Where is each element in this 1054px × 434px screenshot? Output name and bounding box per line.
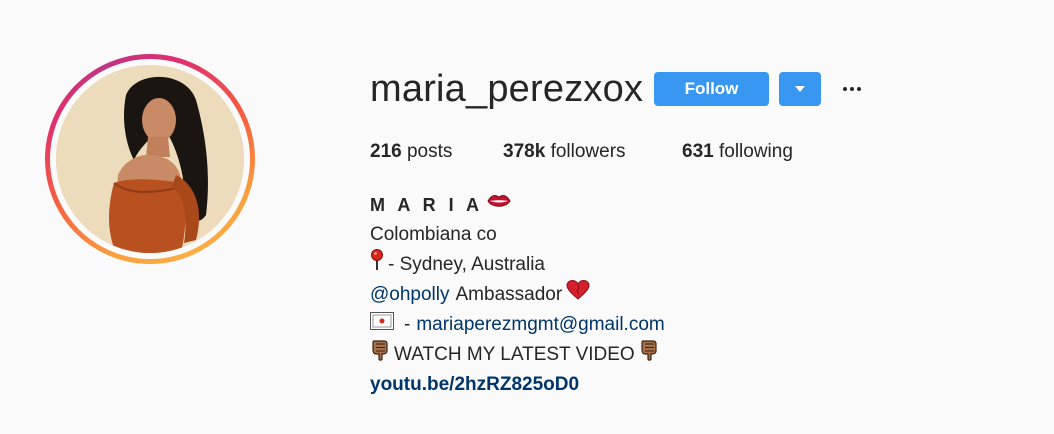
more-options-button[interactable] (838, 78, 866, 100)
email-link[interactable]: mariaperezmgmt@gmail.com (416, 310, 664, 340)
round-pushpin-icon (370, 249, 384, 281)
following-stat[interactable]: 631 following (682, 141, 793, 163)
bio-name-line: M A R I A (370, 190, 665, 220)
pointing-down-icon (639, 339, 659, 371)
bio-line-website: youtu.be/2hzRZ825oD0 (370, 370, 665, 400)
bio-line-ambassador: @ohpolly Ambassador (370, 279, 665, 310)
bio-origin-text: Colombiana co (370, 224, 497, 245)
bio-line-watch: WATCH MY LATEST VIDEO (370, 340, 665, 370)
bio-line-origin: Colombiana co (370, 220, 665, 250)
posts-stat: 216 posts (370, 141, 452, 163)
avatar-photo (56, 65, 244, 253)
followers-stat[interactable]: 378k followers (503, 141, 626, 163)
website-link[interactable]: youtu.be/2hzRZ825oD0 (370, 370, 579, 400)
lips-icon (487, 190, 511, 220)
following-label: following (718, 141, 793, 162)
story-ring[interactable] (45, 54, 255, 264)
ellipsis-dot (857, 87, 861, 91)
posts-label: posts (406, 141, 453, 162)
email-prefix: - (404, 314, 411, 335)
pointing-down-icon (370, 339, 390, 371)
bio-line-email: - mariaperezmgmt@gmail.com (370, 310, 665, 340)
following-count: 631 (682, 141, 714, 162)
watch-text: WATCH MY LATEST VIDEO (394, 344, 635, 365)
followers-count: 378k (503, 141, 546, 162)
suggested-dropdown-button[interactable] (779, 72, 821, 106)
ambassador-text: Ambassador (455, 284, 563, 305)
full-name: M A R I A (370, 195, 483, 215)
bio-location-text: - Sydney, Australia (388, 254, 546, 275)
avatar[interactable] (56, 65, 244, 253)
username: maria_perezxox (370, 68, 644, 110)
heart-icon (566, 279, 590, 310)
ellipsis-dot (850, 87, 854, 91)
chevron-down-icon (795, 86, 805, 92)
posts-count: 216 (370, 141, 402, 162)
bio-line-location: - Sydney, Australia (370, 249, 665, 281)
profile-page: maria_perezxox Follow 216 posts 378k fol… (0, 0, 1054, 434)
followers-label: followers (550, 141, 626, 162)
ellipsis-icon (843, 87, 847, 91)
mention-link[interactable]: @ohpolly (370, 280, 450, 310)
profile-bio: M A R I A Colombiana co - Sydney, Austra… (370, 190, 665, 400)
follow-button[interactable]: Follow (654, 72, 769, 106)
envelope-icon (370, 310, 394, 340)
